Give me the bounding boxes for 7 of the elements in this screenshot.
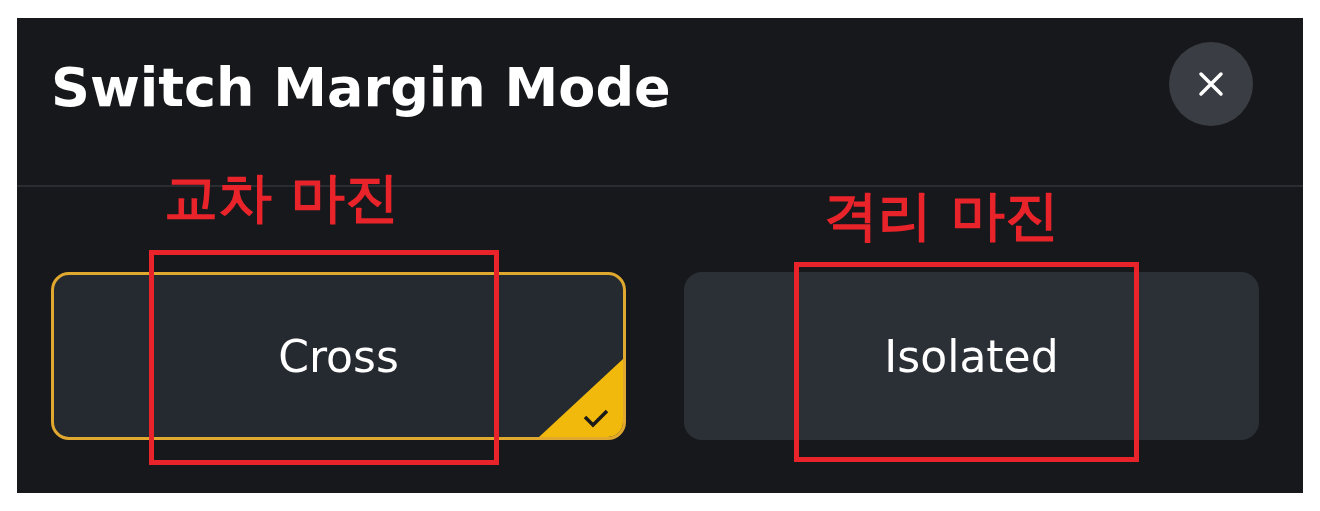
- close-icon: [1196, 69, 1226, 99]
- dialog-title: Switch Margin Mode: [51, 55, 671, 121]
- annotation-label: 격리 마진: [824, 184, 1059, 249]
- margin-option[interactable]: Isolated: [684, 272, 1259, 440]
- margin-option[interactable]: Cross: [51, 272, 626, 440]
- check-icon: [539, 359, 623, 437]
- annotation-label: 교차 마진: [164, 166, 399, 231]
